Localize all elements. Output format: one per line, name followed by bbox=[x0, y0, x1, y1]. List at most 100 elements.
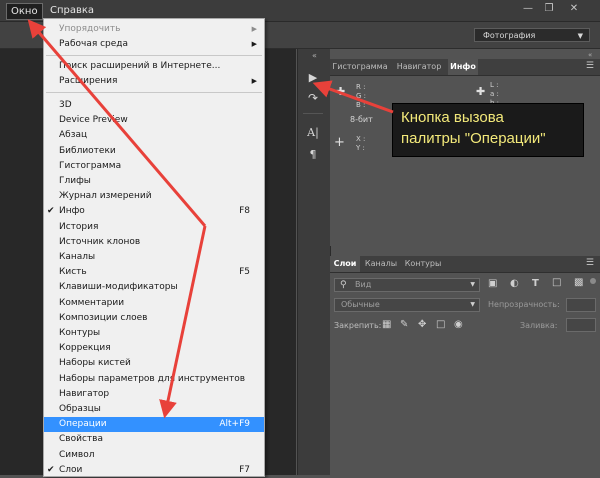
panel-menu-icon[interactable]: ☰ bbox=[586, 258, 594, 268]
minimize-icon[interactable]: — bbox=[520, 2, 536, 16]
menu-item-label: Операции bbox=[59, 419, 107, 430]
panel-menu-icon[interactable]: ☰ bbox=[586, 61, 594, 71]
filter-adjustment-icon[interactable]: ◐ bbox=[510, 278, 519, 289]
tab-histogram[interactable]: Гистограмма bbox=[330, 59, 390, 75]
eyedropper-icon: ✚ bbox=[336, 85, 346, 98]
menu-separator bbox=[46, 92, 262, 93]
lock-position-icon[interactable]: ✥ bbox=[418, 319, 426, 330]
filter-shape-icon[interactable]: □ bbox=[552, 277, 561, 288]
menu-item-workspace[interactable]: Рабочая среда ▶ bbox=[44, 37, 264, 52]
tab-layers[interactable]: Слои bbox=[330, 256, 360, 272]
menu-item-label: Журнал измерений bbox=[59, 191, 152, 202]
menu-item[interactable]: Device Preview bbox=[44, 113, 264, 128]
filter-pixel-icon[interactable]: ▣ bbox=[488, 278, 497, 289]
fill-field[interactable] bbox=[566, 318, 596, 332]
coord-x: X : bbox=[356, 135, 366, 143]
menu-item[interactable]: Навигатор bbox=[44, 387, 264, 402]
layer-kind-filter[interactable]: ⚲ Вид ▼ bbox=[334, 278, 480, 292]
menu-item[interactable]: ✔ Инфо F8 bbox=[44, 204, 264, 219]
menu-item-label: Образцы bbox=[59, 404, 101, 414]
menu-item[interactable]: Клавиши-модификаторы bbox=[44, 280, 264, 295]
menu-item[interactable]: Источник клонов bbox=[44, 235, 264, 250]
menu-item[interactable]: Образцы bbox=[44, 402, 264, 417]
workspace-select[interactable]: Фотография ▼ bbox=[474, 28, 590, 42]
filter-smart-object-icon[interactable]: ▩ bbox=[574, 277, 583, 288]
menu-item-label: Свойства bbox=[59, 434, 103, 445]
history-icon[interactable]: ↷ bbox=[304, 90, 322, 106]
lock-all-icon[interactable]: ◉ bbox=[454, 319, 463, 330]
blend-mode-select[interactable]: Обычные ▼ bbox=[334, 298, 480, 312]
play-icon[interactable]: ▶ bbox=[304, 70, 322, 86]
menu-item[interactable]: Абзац bbox=[44, 128, 264, 143]
submenu-arrow-icon: ▶ bbox=[251, 25, 257, 33]
menu-item-label: Гистограмма bbox=[59, 160, 122, 171]
menu-item[interactable]: Операции Alt+F9 bbox=[44, 417, 264, 433]
menu-item[interactable]: Каналы bbox=[44, 250, 264, 265]
channel-b: B : bbox=[356, 101, 366, 109]
info-tab-bar: Гистограмма Навигатор Инфо ☰ bbox=[330, 59, 600, 76]
blend-mode-value: Обычные bbox=[341, 300, 380, 309]
menu-item-label: Навигатор bbox=[59, 388, 110, 399]
bit-depth: 8-бит bbox=[350, 115, 373, 124]
xy-readout: X : Y : bbox=[356, 135, 365, 153]
tab-channels[interactable]: Каналы bbox=[362, 256, 400, 272]
callout-line-2: палитры "Операции" bbox=[401, 130, 546, 147]
workspace-value: Фотография bbox=[483, 31, 536, 40]
menu-item-shortcut: Alt+F9 bbox=[219, 419, 250, 430]
menu-item[interactable]: Глифы bbox=[44, 174, 264, 189]
menu-help[interactable]: Справка bbox=[46, 3, 98, 18]
filter-type-icon[interactable]: T bbox=[532, 278, 539, 289]
menu-item-label: Библиотеки bbox=[59, 145, 116, 156]
menu-item[interactable]: Наборы кистей bbox=[44, 356, 264, 371]
character-icon[interactable]: A| bbox=[304, 125, 322, 141]
menu-item[interactable]: ✔ Слои F7 bbox=[44, 463, 264, 478]
chevron-down-icon: ▼ bbox=[470, 281, 475, 288]
channel-l: L : bbox=[490, 81, 499, 89]
menu-item-extensions[interactable]: Расширения ▶ bbox=[44, 74, 264, 89]
menu-item[interactable]: Композиции слоев bbox=[44, 311, 264, 326]
strip-divider bbox=[303, 113, 323, 114]
menu-item-label: Источник клонов bbox=[59, 236, 141, 247]
collapse-icon[interactable]: « bbox=[312, 51, 317, 60]
menu-item[interactable]: Контуры bbox=[44, 326, 264, 341]
menu-window[interactable]: Окно bbox=[6, 3, 43, 20]
menu-item-label: Символ bbox=[59, 449, 95, 460]
callout-line-1: Кнопка вызова bbox=[401, 109, 504, 126]
menu-item-arrange[interactable]: Упорядочить ▶ bbox=[44, 22, 264, 37]
menu-item-shortcut: F7 bbox=[239, 464, 250, 475]
opacity-field[interactable] bbox=[566, 298, 596, 312]
menu-item[interactable]: Свойства bbox=[44, 432, 264, 447]
paragraph-icon[interactable]: ¶ bbox=[304, 147, 322, 163]
menu-item-find-extensions[interactable]: Поиск расширений в Интернете... bbox=[44, 59, 264, 74]
menu-item[interactable]: История bbox=[44, 220, 264, 235]
menu-item-label: Композиции слоев bbox=[59, 312, 148, 323]
opacity-label: Непрозрачность: bbox=[488, 300, 560, 309]
close-icon[interactable]: ✕ bbox=[566, 2, 582, 16]
tab-paths[interactable]: Контуры bbox=[402, 256, 444, 272]
menu-item-label: Наборы кистей bbox=[59, 358, 131, 369]
lock-brush-icon[interactable]: ✎ bbox=[400, 319, 408, 330]
restore-icon[interactable]: ❐ bbox=[541, 2, 557, 16]
menu-item[interactable]: 3D bbox=[44, 98, 264, 113]
menu-item-label: Глифы bbox=[59, 176, 91, 186]
menu-item[interactable]: Символ bbox=[44, 448, 264, 463]
menu-item[interactable]: Коррекция bbox=[44, 341, 264, 356]
menu-item[interactable]: Журнал измерений bbox=[44, 189, 264, 204]
menu-item-label: История bbox=[59, 221, 99, 232]
menu-item-shortcut: F8 bbox=[239, 206, 250, 217]
tab-info[interactable]: Инфо bbox=[448, 59, 478, 75]
annotation-callout: Кнопка вызова палитры "Операции" bbox=[392, 103, 584, 157]
lock-artboard-icon[interactable]: □ bbox=[436, 319, 445, 330]
menu-item[interactable]: Комментарии bbox=[44, 296, 264, 311]
collapsed-panel-strip: « ▶ ↷ A| ¶ bbox=[297, 49, 331, 475]
menu-item[interactable]: Кисть F5 bbox=[44, 265, 264, 280]
menu-item[interactable]: Библиотеки bbox=[44, 144, 264, 159]
lock-pixels-icon[interactable]: ▦ bbox=[382, 319, 391, 330]
eyedropper-icon: ✚ bbox=[476, 85, 486, 98]
layers-tab-bar: Слои Каналы Контуры ☰ bbox=[330, 256, 600, 273]
menu-item[interactable]: Наборы параметров для инструментов bbox=[44, 372, 264, 387]
tab-navigator[interactable]: Навигатор bbox=[392, 59, 446, 75]
filter-toggle[interactable] bbox=[590, 278, 596, 284]
collapse-icon[interactable]: « bbox=[588, 51, 592, 59]
menu-item[interactable]: Гистограмма bbox=[44, 159, 264, 174]
